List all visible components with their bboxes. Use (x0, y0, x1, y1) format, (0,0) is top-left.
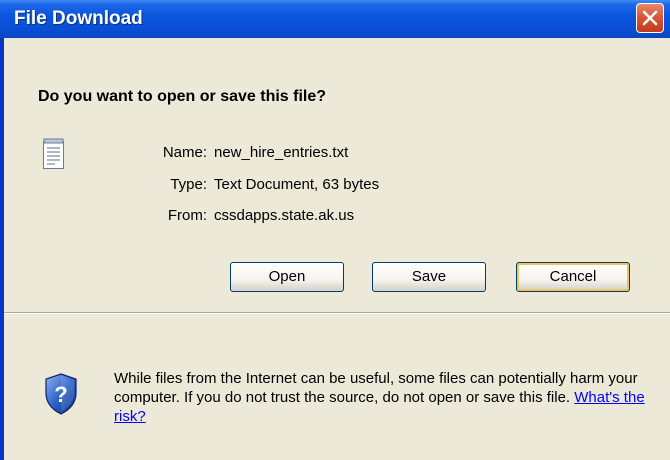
close-icon (642, 10, 658, 26)
close-button[interactable] (636, 3, 664, 33)
title-bar[interactable]: File Download (0, 0, 670, 38)
open-button[interactable]: Open (230, 262, 344, 292)
from-label: From: (167, 207, 207, 224)
file-download-dialog: File Download Do you want to open or sav… (0, 0, 670, 460)
window-title: File Download (14, 8, 143, 29)
type-label: Type: (170, 176, 207, 193)
file-source-value: cssdapps.state.ak.us (214, 207, 355, 224)
save-button[interactable]: Save (372, 262, 486, 292)
dialog-question: Do you want to open or save this file? (38, 88, 327, 105)
cancel-button[interactable]: Cancel (516, 262, 630, 292)
separator (4, 312, 670, 314)
name-label: Name: (162, 144, 207, 161)
svg-text:?: ? (54, 382, 67, 407)
security-shield-question-icon: ? (45, 373, 77, 415)
warning-text: While files from the Internet can be use… (114, 370, 638, 406)
file-name-value: new_hire_entries.txt (214, 144, 349, 161)
text-document-icon (43, 138, 64, 169)
file-type-value: Text Document, 63 bytes (214, 176, 380, 193)
security-warning: While files from the Internet can be use… (114, 369, 659, 426)
